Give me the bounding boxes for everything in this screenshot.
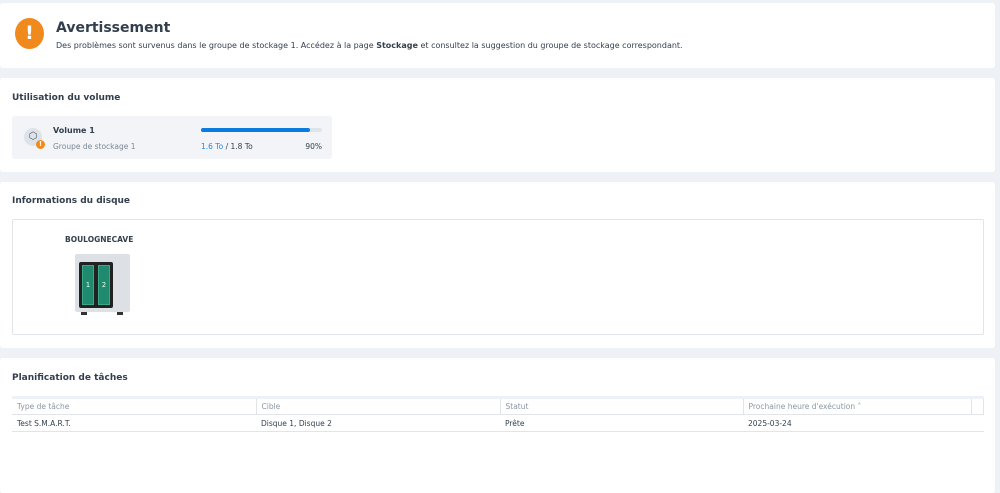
section-title: Planification de tâches — [12, 373, 128, 383]
storage-group: Groupe de stockage 1 — [53, 142, 136, 151]
volume-item[interactable]: ⬡ ! Volume 1 Groupe de stockage 1 1.6 To… — [12, 116, 332, 159]
warning-icon: ! — [15, 18, 44, 49]
warning-banner: ! Avertissement Des problèmes sont surve… — [0, 3, 995, 68]
usage-bar-fill — [201, 128, 310, 132]
total-size: 1.8 To — [230, 142, 253, 151]
volume-usage-card: Utilisation du volume ⬡ ! Volume 1 Group… — [0, 78, 995, 172]
section-title: Utilisation du volume — [12, 93, 121, 103]
warning-message: Des problèmes sont survenus dans le grou… — [56, 41, 683, 50]
warning-text: Des problèmes sont survenus dans le grou… — [56, 41, 377, 50]
nas-foot — [81, 312, 87, 315]
task-target: Disque 1, Disque 2 — [256, 414, 500, 432]
table-row[interactable]: Test S.M.A.R.T. Disque 1, Disque 2 Prête… — [12, 414, 984, 432]
nas-foot — [117, 312, 123, 315]
usage-bar — [201, 128, 322, 132]
volume-name: Volume 1 — [53, 126, 95, 135]
task-table: Type de tâche Cible Statut Prochaine heu… — [12, 396, 984, 432]
column-header-target[interactable]: Cible — [256, 396, 501, 415]
task-next-run: 2025-03-24 — [743, 414, 984, 432]
column-header-next-run[interactable]: Prochaine heure d'exécution ˄ — [743, 396, 972, 415]
task-status: Prête — [500, 414, 743, 432]
task-type: Test S.M.A.R.T. — [12, 414, 256, 432]
storage-link[interactable]: Stockage — [376, 41, 418, 50]
nas-front: 1 2 — [79, 262, 113, 308]
warning-text-end: et consultez la suggestion du groupe de … — [417, 41, 683, 50]
nas-device-icon: 1 2 — [75, 254, 130, 315]
warning-title: Avertissement — [56, 20, 171, 36]
disk-info-card: Informations du disque BOULOGNECAVE 1 2 — [0, 182, 995, 348]
column-header-status[interactable]: Statut — [500, 396, 744, 415]
disk-bay-1[interactable]: 1 — [82, 265, 94, 305]
usage-text: 1.6 To / 1.8 To — [201, 142, 253, 151]
usage-percent: 90% — [305, 142, 322, 151]
separator: / — [223, 142, 231, 151]
column-header-type[interactable]: Type de tâche — [12, 396, 257, 415]
hostname: BOULOGNECAVE — [65, 235, 134, 244]
warning-badge-icon: ! — [36, 140, 45, 149]
column-header-spacer — [971, 396, 984, 415]
used-size: 1.6 To — [201, 142, 224, 151]
disk-panel: BOULOGNECAVE 1 2 — [12, 219, 984, 335]
task-schedule-card: Planification de tâches Type de tâche Ci… — [0, 358, 995, 493]
section-title: Informations du disque — [12, 196, 131, 206]
disk-bay-2[interactable]: 2 — [98, 265, 110, 305]
